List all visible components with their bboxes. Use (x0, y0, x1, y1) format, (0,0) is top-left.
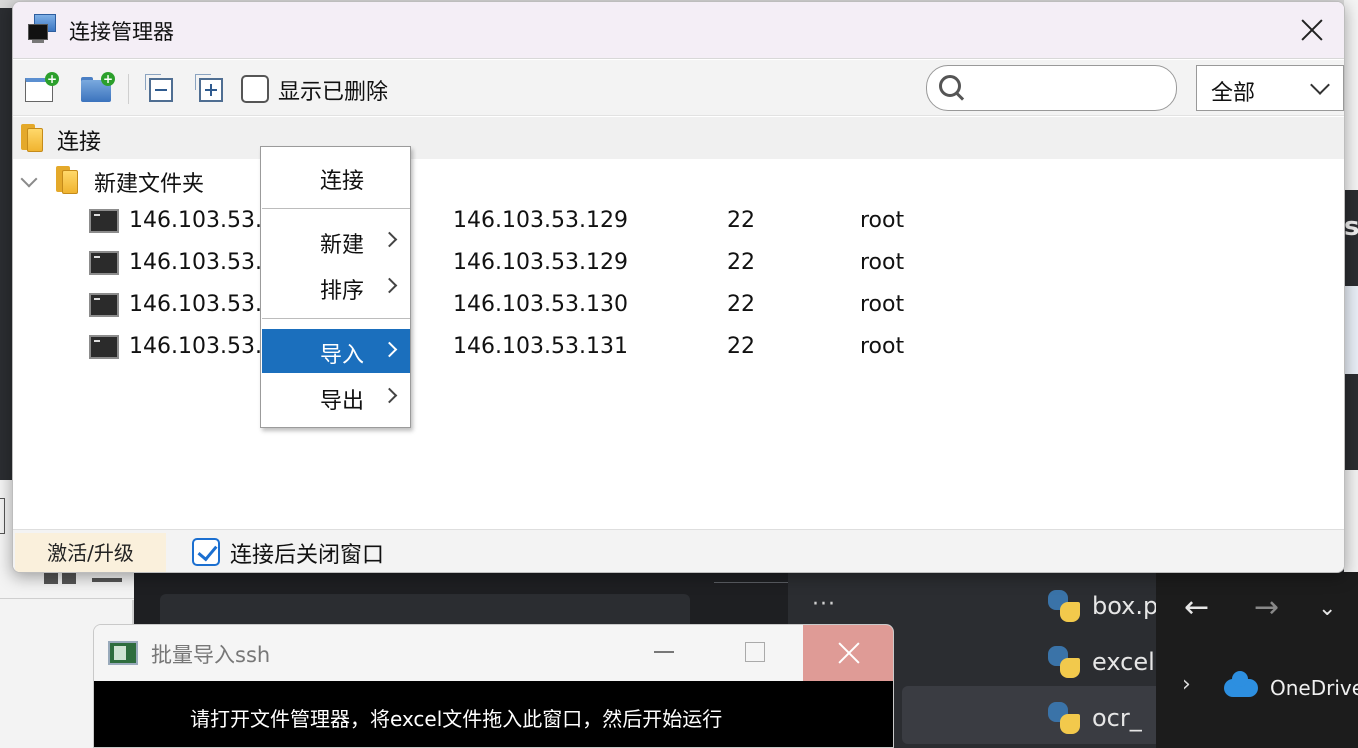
filter-dropdown[interactable]: 全部 (1196, 65, 1344, 111)
folder-label: 新建文件夹 (94, 172, 205, 197)
show-deleted-checkbox[interactable] (241, 75, 269, 103)
batch-import-window: 批量导入ssh 请打开文件管理器，将excel文件拖入此窗口，然后开始运行 (93, 624, 894, 748)
menu-item-sort[interactable]: 排序 (262, 265, 410, 309)
expand-icon (195, 74, 223, 102)
close-after-connect-label[interactable]: 连接后关闭窗口 (230, 537, 384, 569)
connection-name: 146.103.53. (129, 208, 262, 233)
plus-icon: + (45, 72, 59, 86)
toolbar-divider (128, 74, 129, 104)
connection-user: root (860, 208, 905, 233)
activate-upgrade-button[interactable]: 激活/升级 (15, 533, 166, 572)
connection-manager-window: 连接管理器 + + 显示已删除 全部 连接 新建文件夹 146.103.53. … (12, 1, 1345, 573)
connection-row[interactable]: 146.103.53. 146.103.53.129 22 root (13, 243, 1344, 285)
show-deleted-label[interactable]: 显示已删除 (278, 74, 388, 106)
terminal-icon (89, 335, 119, 359)
app-icon (108, 641, 138, 665)
filter-selected-value: 全部 (1211, 81, 1256, 106)
chevron-down-icon (1310, 75, 1330, 95)
new-connection-button[interactable]: + (23, 72, 59, 106)
context-menu: 连接 新建 排序 导入 导出 (260, 146, 411, 428)
connection-row[interactable]: 146.103.53. 146.103.53.129 22 root (13, 201, 1344, 243)
chevron-right-icon (381, 341, 398, 358)
chevron-right-icon (381, 387, 398, 404)
connection-user: root (860, 292, 905, 317)
forward-arrow-icon[interactable]: → (1254, 590, 1279, 625)
back-arrow-icon[interactable]: ← (1184, 590, 1209, 625)
connection-host: 146.103.53.129 (453, 250, 628, 275)
chevron-right-icon[interactable]: › (1182, 672, 1191, 697)
menu-divider (262, 208, 410, 209)
more-icon[interactable]: ··· (812, 592, 836, 617)
grid-icon (44, 572, 58, 584)
new-folder-button[interactable]: + (79, 72, 115, 106)
maximize-button[interactable] (745, 642, 765, 662)
app-monitor-icon (28, 14, 56, 44)
connection-name: 146.103.53. (129, 250, 262, 275)
connection-tree: 新建文件夹 146.103.53. 146.103.53.129 22 root… (13, 159, 1344, 529)
terminal-icon (89, 293, 119, 317)
close-button[interactable] (1296, 14, 1328, 46)
tree-root-row[interactable]: 连接 (13, 117, 1344, 159)
folder-icon (21, 122, 47, 152)
footer-bar: 激活/升级 连接后关闭窗口 (13, 529, 1344, 572)
connection-port: 22 (727, 292, 755, 317)
connection-host: 146.103.53.129 (453, 208, 628, 233)
file-item[interactable]: ocr_ (1046, 698, 1142, 738)
connection-port: 22 (727, 208, 755, 233)
menu-item-new[interactable]: 新建 (262, 219, 410, 263)
connection-port: 22 (727, 334, 755, 359)
python-file-icon (1046, 700, 1082, 736)
connection-name: 146.103.53. (129, 334, 262, 359)
connection-host: 146.103.53.130 (453, 292, 628, 317)
connection-row[interactable]: 146.103.53. 146.103.53.131 22 root (13, 327, 1344, 369)
folder-row[interactable]: 新建文件夹 (13, 159, 1344, 201)
terminal-icon (89, 251, 119, 275)
cloud-icon (1224, 671, 1258, 697)
menu-item-import[interactable]: 导入 (262, 329, 410, 373)
expand-all-button[interactable] (195, 72, 229, 106)
background-right-edge: s (1344, 0, 1358, 572)
python-file-icon (1046, 644, 1082, 680)
onedrive-item[interactable]: OneDrive (1224, 671, 1358, 700)
chevron-down-icon[interactable]: ⌄ (1318, 596, 1336, 621)
connection-user: root (860, 334, 905, 359)
menu-item-export[interactable]: 导出 (262, 375, 410, 419)
file-item[interactable]: excel (1046, 642, 1155, 682)
instruction-text: 请打开文件管理器，将excel文件拖入此窗口，然后开始运行 (190, 707, 723, 731)
title-bar: 连接管理器 (13, 2, 1344, 59)
batch-window-body: 请打开文件管理器，将excel文件拖入此窗口，然后开始运行 (94, 681, 893, 747)
terminal-icon (89, 209, 119, 233)
folder-icon (56, 164, 82, 194)
close-button[interactable] (803, 625, 893, 681)
connection-host: 146.103.53.131 (453, 334, 628, 359)
connection-user: root (860, 250, 905, 275)
background-edge-text: s (1344, 212, 1358, 242)
minimize-button[interactable] (654, 651, 674, 653)
batch-window-title-bar: 批量导入ssh (94, 625, 893, 681)
collapse-icon (145, 74, 173, 102)
menu-item-connect[interactable]: 连接 (262, 155, 410, 199)
collapse-all-button[interactable] (145, 72, 179, 106)
background-explorer-nav: ← → ⌄ › OneDrive (1156, 572, 1358, 748)
tree-root-label: 连接 (57, 130, 102, 155)
chevron-right-icon (381, 277, 398, 294)
file-item[interactable]: box.p (1046, 586, 1158, 626)
python-file-icon (1046, 588, 1082, 624)
search-icon (939, 75, 965, 101)
close-after-connect-checkbox[interactable] (192, 538, 220, 566)
batch-window-title: 批量导入ssh (151, 643, 271, 667)
plus-icon: + (101, 72, 115, 86)
expand-chevron-icon[interactable] (20, 170, 38, 188)
window-title: 连接管理器 (69, 20, 174, 44)
search-input[interactable] (926, 65, 1177, 111)
background-file-list: box.p excel ocr_ (872, 572, 1162, 748)
chevron-right-icon (381, 231, 398, 248)
connection-row[interactable]: 146.103.53. 146.103.53.130 22 root (13, 285, 1344, 327)
connection-name: 146.103.53. (129, 292, 262, 317)
menu-divider (262, 318, 410, 319)
connection-port: 22 (727, 250, 755, 275)
